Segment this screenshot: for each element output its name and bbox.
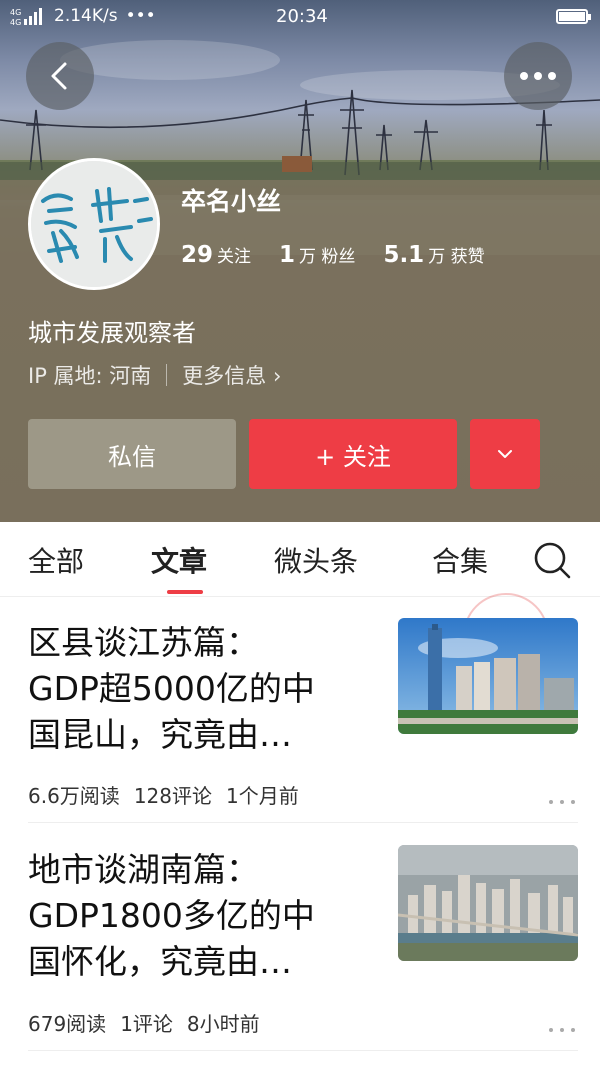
profile-stats: 29 关注 1万 粉丝 5.1 万 获赞 [181, 242, 485, 268]
battery-icon [556, 9, 591, 24]
back-button[interactable] [26, 42, 94, 110]
chevron-down-icon [498, 450, 512, 458]
profile-name: 卒名小丝 [181, 187, 282, 216]
tab-collections[interactable]: 合集 [432, 540, 488, 580]
follow-button[interactable]: + 关注 [249, 419, 457, 489]
content-tabs: 全部 文章 微头条 合集 [0, 522, 600, 596]
read-count: 6.6万阅读 [28, 784, 120, 808]
article-thumbnail[interactable] [398, 618, 578, 734]
more-options-button[interactable] [504, 42, 572, 110]
comment-count: 1评论 [120, 1012, 173, 1036]
divider [166, 364, 168, 386]
message-button[interactable]: 私信 [28, 419, 236, 489]
city-skyline-image [398, 618, 578, 734]
city-aerial-image [398, 845, 578, 961]
status-bar: 4G 4G 2.14K/s ••• 20:34 [0, 0, 600, 36]
ellipsis-icon [549, 800, 575, 804]
divider [28, 1050, 578, 1051]
tab-articles[interactable]: 文章 [151, 540, 207, 580]
search-button[interactable] [532, 540, 572, 580]
chevron-left-icon [51, 62, 67, 90]
cellular-signal-icon: 4G 4G [10, 6, 46, 27]
tab-all[interactable]: 全部 [28, 540, 84, 580]
avatar-handwriting-image [31, 161, 157, 287]
tab-micro-posts[interactable]: 微头条 [274, 540, 358, 580]
article-more-button[interactable] [548, 790, 576, 804]
article-title[interactable]: 地市谈湖南篇： GDP1800多亿的中 国怀化，究竟由… [28, 847, 378, 985]
ip-location: IP 属地: 河南 [28, 364, 152, 388]
svg-text:4G: 4G [10, 18, 21, 26]
stat-followers[interactable]: 1万 粉丝 [279, 242, 355, 268]
publish-time: 8小时前 [186, 1012, 260, 1036]
divider [28, 822, 578, 823]
active-tab-indicator [167, 590, 203, 594]
recommend-dropdown-button[interactable] [470, 419, 540, 489]
notification-dots: ••• [125, 6, 156, 26]
read-count: 679阅读 [28, 1012, 107, 1036]
stat-likes[interactable]: 5.1 万 获赞 [383, 242, 484, 268]
ellipsis-icon [549, 1028, 575, 1032]
search-icon [534, 542, 571, 579]
article-title[interactable]: 区县谈江苏篇： GDP超5000亿的中 国昆山，究竟由… [28, 620, 378, 758]
clock: 20:34 [276, 6, 328, 27]
article-meta: 6.6万阅读 128评论 1个月前 [28, 780, 299, 809]
svg-text:4G: 4G [10, 8, 21, 17]
more-info-link[interactable]: 更多信息 › [182, 360, 281, 390]
ellipsis-icon [520, 72, 556, 80]
article-meta: 679阅读 1评论 8小时前 [28, 1008, 260, 1037]
article-thumbnail[interactable] [398, 845, 578, 961]
network-speed: 2.14K/s [54, 6, 118, 26]
avatar[interactable] [28, 158, 160, 290]
stat-following[interactable]: 29 关注 [181, 242, 251, 268]
ip-info-row: IP 属地: 河南 更多信息 › [28, 360, 281, 390]
comment-count: 128评论 [133, 784, 212, 808]
publish-time: 1个月前 [226, 784, 299, 808]
article-more-button[interactable] [548, 1018, 576, 1032]
profile-bio: 城市发展观察者 [28, 319, 196, 347]
